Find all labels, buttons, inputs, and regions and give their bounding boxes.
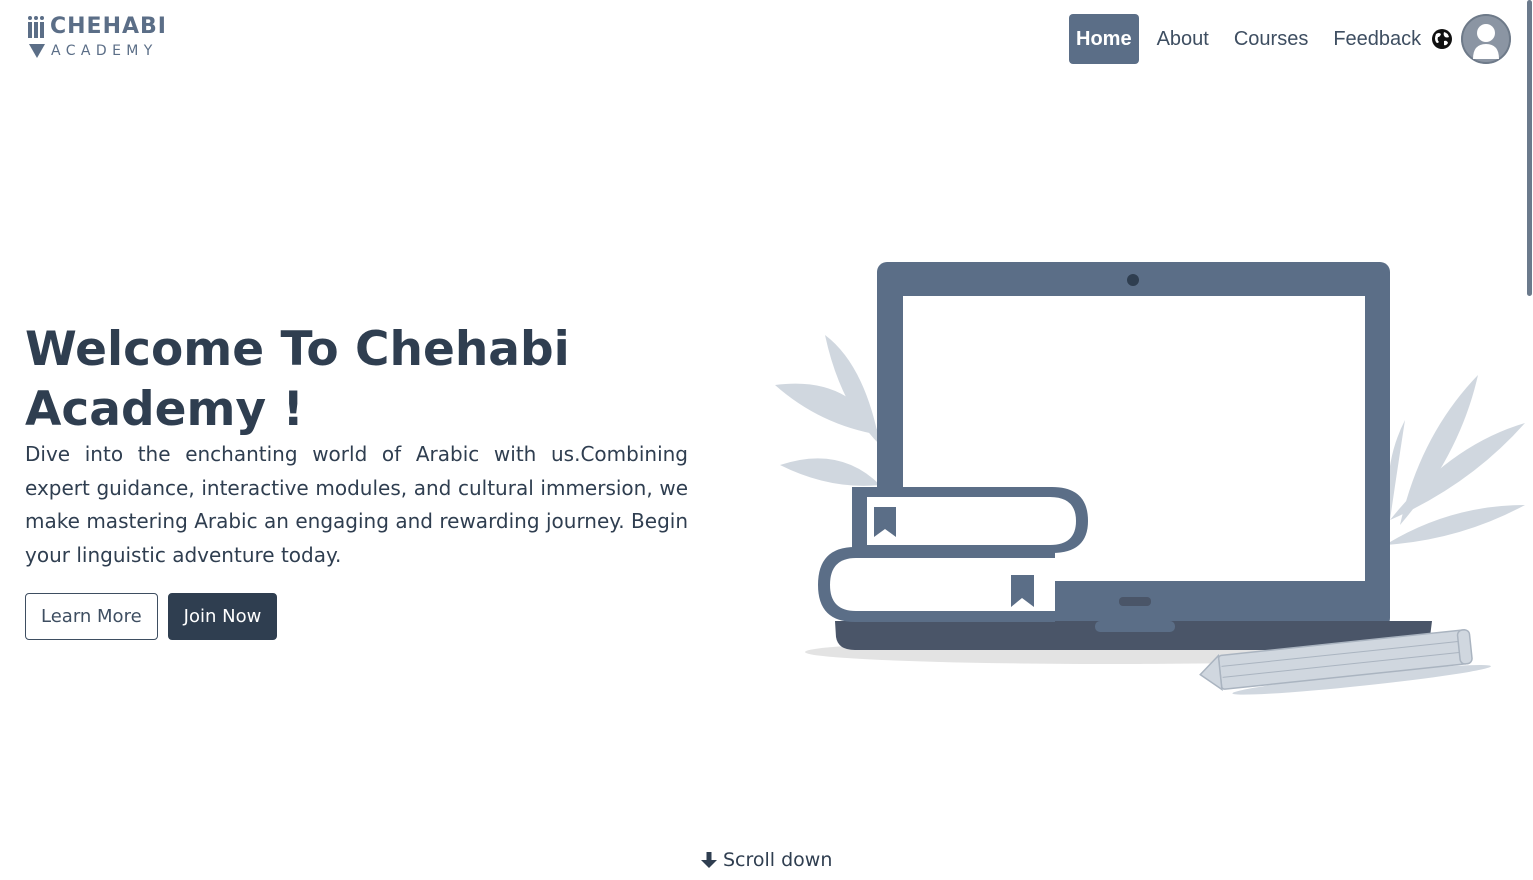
scroll-down-link[interactable]: Scroll down xyxy=(699,849,832,871)
scrollbar-thumb[interactable] xyxy=(1527,0,1532,296)
logo-title: CHEHABI xyxy=(50,14,167,39)
globe-icon[interactable] xyxy=(1431,14,1453,64)
nav-about[interactable]: About xyxy=(1150,14,1216,64)
arrow-down-icon xyxy=(701,852,717,868)
pencils-logo-icon xyxy=(28,16,45,58)
nav-feedback[interactable]: Feedback xyxy=(1326,14,1428,64)
scroll-down-label: Scroll down xyxy=(723,849,833,871)
hero-actions: Learn More Join Now xyxy=(25,593,278,640)
nav-home[interactable]: Home xyxy=(1069,14,1139,64)
academy-logo[interactable]: CHEHABI ACADEMY xyxy=(27,14,172,62)
learn-more-button[interactable]: Learn More xyxy=(25,593,158,640)
laptop-books-illustration xyxy=(775,262,1525,695)
user-avatar-icon[interactable] xyxy=(1461,14,1511,64)
nav-courses[interactable]: Courses xyxy=(1227,14,1315,64)
main-nav: Home About Courses Feedback xyxy=(1069,14,1439,64)
join-now-button[interactable]: Join Now xyxy=(167,593,278,640)
hero-description: Dive into the enchanting world of Arabic… xyxy=(25,442,688,567)
logo-subtitle: ACADEMY xyxy=(51,43,158,59)
hero-title: Welcome To Chehabi Academy ! xyxy=(25,322,570,437)
